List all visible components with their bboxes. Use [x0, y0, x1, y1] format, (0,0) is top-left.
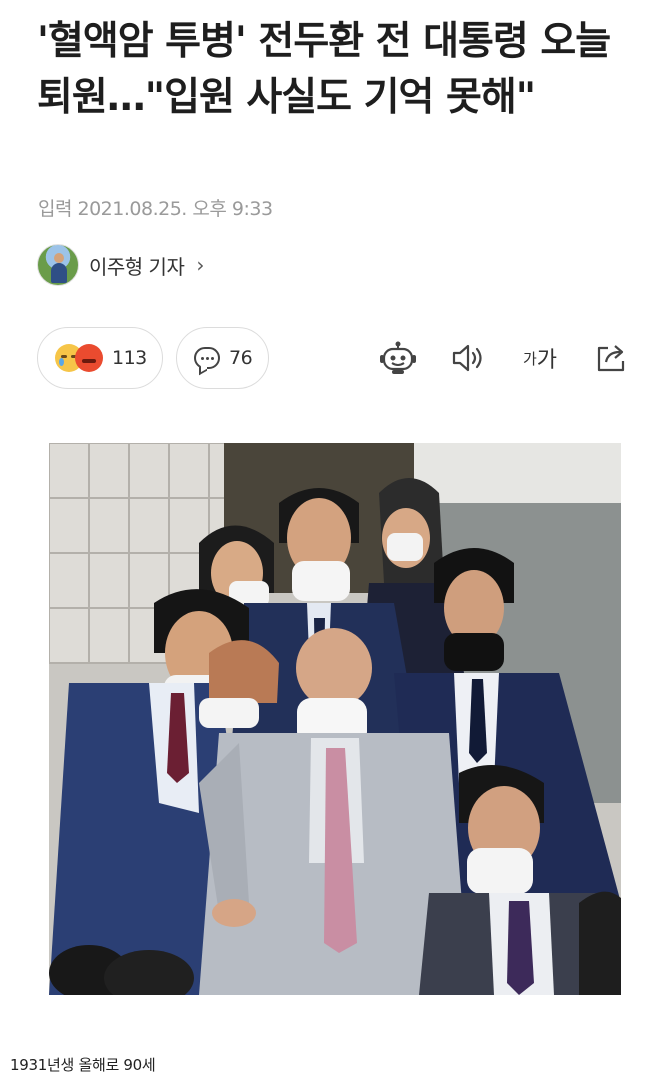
article-toolbar: 113 76 가가 — [37, 327, 637, 389]
comment-count: 76 — [229, 347, 253, 369]
reporter-avatar — [37, 244, 79, 286]
reaction-count: 113 — [112, 347, 147, 369]
summary-bot-icon[interactable] — [379, 341, 417, 375]
share-icon[interactable] — [593, 341, 629, 375]
reporter-link[interactable]: 이주형 기자 › — [37, 244, 204, 286]
angry-face-icon — [75, 344, 103, 372]
tts-speaker-icon[interactable] — [451, 341, 487, 375]
chevron-right-icon: › — [196, 253, 205, 277]
font-size-button[interactable]: 가가 — [519, 341, 561, 375]
comment-button[interactable]: 76 — [176, 327, 269, 389]
reaction-button[interactable]: 113 — [37, 327, 163, 389]
article-photo — [49, 443, 621, 995]
reporter-name: 이주형 기자 — [89, 254, 185, 279]
article-dateline: 입력 2021.08.25. 오후 9:33 — [38, 198, 273, 220]
font-small-glyph: 가 — [522, 349, 537, 368]
photo-caption: 1931년생 올해로 90세 — [10, 1056, 156, 1074]
article-headline: '혈액암 투병' 전두환 전 대통령 오늘 퇴원…"입원 사실도 기억 못해" — [37, 19, 611, 120]
comment-icon — [194, 347, 220, 369]
font-big-glyph: 가 — [536, 348, 558, 373]
